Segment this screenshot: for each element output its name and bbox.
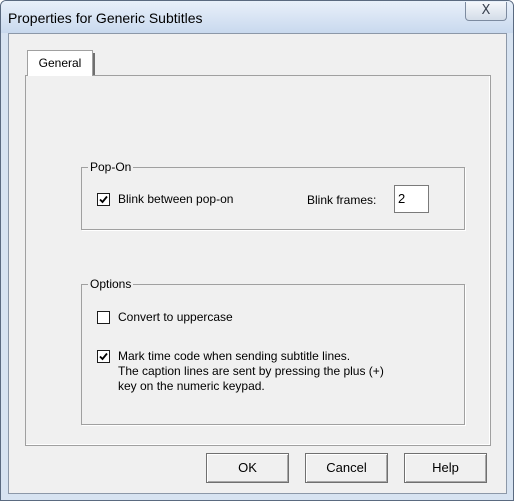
mark-timecode-line-3: key on the numeric keypad. <box>118 379 265 393</box>
checkmark-icon <box>99 195 108 204</box>
tab-panel-general: Pop-On Blink between pop-on Blink frames… <box>25 75 491 446</box>
dialog-client-area: General Pop-On Blink between pop-on Blin… <box>8 33 507 494</box>
blink-frames-value: 2 <box>398 191 406 206</box>
mark-timecode-line-1: Mark time code when sending subtitle lin… <box>118 349 351 363</box>
blink-frames-label: Blink frames: <box>307 193 377 207</box>
cancel-button-label: Cancel <box>326 460 367 475</box>
ok-button-label: OK <box>238 460 257 475</box>
help-button-label: Help <box>432 460 459 475</box>
help-button[interactable]: Help <box>404 453 487 483</box>
window-title: Properties for Generic Subtitles <box>8 10 203 26</box>
uppercase-checkbox-label: Convert to uppercase <box>118 310 233 324</box>
blink-frames-input[interactable]: 2 <box>394 185 429 213</box>
close-button[interactable]: X <box>465 2 507 21</box>
uppercase-checkbox[interactable] <box>97 311 110 324</box>
mark-timecode-label: Mark time code when sending subtitle lin… <box>118 349 384 394</box>
checkmark-icon <box>99 352 108 361</box>
title-bar[interactable]: Properties for Generic Subtitles X <box>1 1 513 33</box>
tab-shadow <box>93 53 95 75</box>
blink-checkbox-row[interactable]: Blink between pop-on <box>97 192 233 206</box>
popon-group: Pop-On Blink between pop-on Blink frames… <box>81 160 465 230</box>
mark-timecode-line-2: The caption lines are sent by pressing t… <box>118 364 384 378</box>
ok-button[interactable]: OK <box>206 453 289 483</box>
blink-checkbox-label: Blink between pop-on <box>118 192 234 206</box>
tab-general-label: General <box>38 56 82 70</box>
mark-timecode-checkbox-row[interactable]: Mark time code when sending subtitle lin… <box>97 349 384 394</box>
mark-timecode-checkbox[interactable] <box>97 350 110 363</box>
tab-general[interactable]: General <box>27 50 95 76</box>
close-icon: X <box>481 3 491 18</box>
popon-legend: Pop-On <box>88 160 134 174</box>
options-group: Options Convert to uppercase Mark time c… <box>81 277 465 425</box>
cancel-button[interactable]: Cancel <box>305 453 388 483</box>
dialog-window: Properties for Generic Subtitles X Gener… <box>0 0 514 501</box>
options-legend: Options <box>88 277 134 291</box>
uppercase-checkbox-row[interactable]: Convert to uppercase <box>97 310 233 324</box>
blink-checkbox[interactable] <box>97 193 110 206</box>
